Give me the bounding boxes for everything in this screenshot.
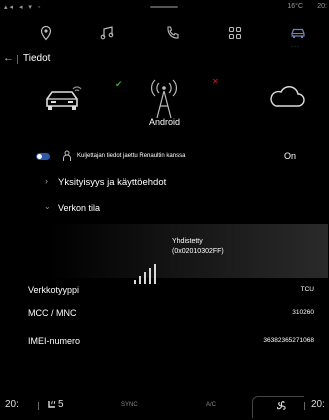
network-state-label: Verkon tila: [58, 203, 101, 213]
top-navigation: ···: [0, 16, 329, 50]
connected-check-icon: ✔: [115, 79, 123, 89]
title-divider: [17, 55, 18, 64]
driver-temperature[interactable]: 20:: [5, 399, 19, 410]
chevron-down-icon: ⌄: [44, 202, 51, 211]
info-row-network-type: Verkkotyyppi TCU: [0, 282, 329, 298]
signal-strength-icon: [134, 264, 160, 284]
driver-icon: [63, 150, 71, 161]
divider: [38, 402, 39, 410]
connection-status-code: (0x02010302FF): [172, 248, 224, 255]
mcc-mnc-value: 310260: [292, 309, 314, 316]
disconnected-x-icon: ✕: [212, 77, 219, 86]
mcc-mnc-label: MCC / MNC: [28, 308, 77, 318]
data-sharing-toggle[interactable]: [36, 153, 50, 160]
fan-icon[interactable]: [276, 400, 288, 412]
status-bar: ▴◂ ◂ ▾ ◦ 16°C 20:: [0, 0, 329, 14]
seat-heat-icon[interactable]: [47, 400, 57, 410]
device-label: Android: [148, 117, 181, 127]
outside-temperature: 16°C: [287, 3, 303, 10]
privacy-terms-label: Yksityisyys ja käyttöehdot: [58, 177, 167, 188]
imei-label: IMEI-numero: [28, 336, 81, 346]
ac-button[interactable]: A/C: [206, 402, 216, 408]
info-row-mcc-mnc: MCC / MNC 310260: [0, 305, 329, 321]
network-state-item[interactable]: ⌄ Verkon tila: [0, 199, 329, 217]
signal-icon: ▴◂ ◂ ▾ ◦: [4, 4, 43, 11]
title-bar: ← Tiedot: [0, 50, 329, 70]
info-row-imei: IMEI-numero 36382365271068: [0, 333, 329, 349]
privacy-terms-item[interactable]: › Yksityisyys ja käyttöehdot: [0, 174, 329, 192]
antenna-icon: [151, 79, 177, 119]
data-sharing-row[interactable]: Kuljettajan tiedot jaettu Renaultin kans…: [0, 150, 329, 164]
connection-status: Yhdistetty (0x02010302FF): [172, 237, 224, 257]
car-wifi-icon: [46, 86, 82, 110]
phone-icon[interactable]: [157, 22, 187, 44]
divider: [304, 402, 305, 410]
seat-heat-level[interactable]: 5: [58, 399, 64, 410]
page-title: Tiedot: [23, 53, 51, 64]
imei-value: 36382365271068: [263, 337, 314, 344]
sync-button[interactable]: SYNC: [121, 402, 138, 408]
clock: 20:: [317, 3, 327, 10]
back-arrow-icon[interactable]: ←: [3, 52, 17, 66]
network-type-value: TCU: [300, 286, 314, 293]
network-type-label: Verkkotyyppi: [28, 285, 80, 295]
car-icon[interactable]: [283, 22, 313, 44]
data-sharing-value: On: [284, 151, 297, 161]
connection-status-text: Yhdistetty: [172, 238, 203, 245]
apps-grid-icon[interactable]: [220, 22, 250, 44]
passenger-temperature[interactable]: 20:: [311, 399, 325, 410]
climate-bar: 20: 5 SYNC A/C 20:: [0, 392, 329, 420]
chevron-right-icon: ›: [45, 176, 48, 186]
location-pin-icon[interactable]: [31, 22, 61, 44]
data-sharing-label: Kuljettajan tiedot jaettu Renaultin kans…: [77, 153, 186, 159]
music-note-icon[interactable]: [92, 22, 122, 44]
cloud-icon: [270, 86, 305, 107]
status-handle: [150, 6, 178, 8]
